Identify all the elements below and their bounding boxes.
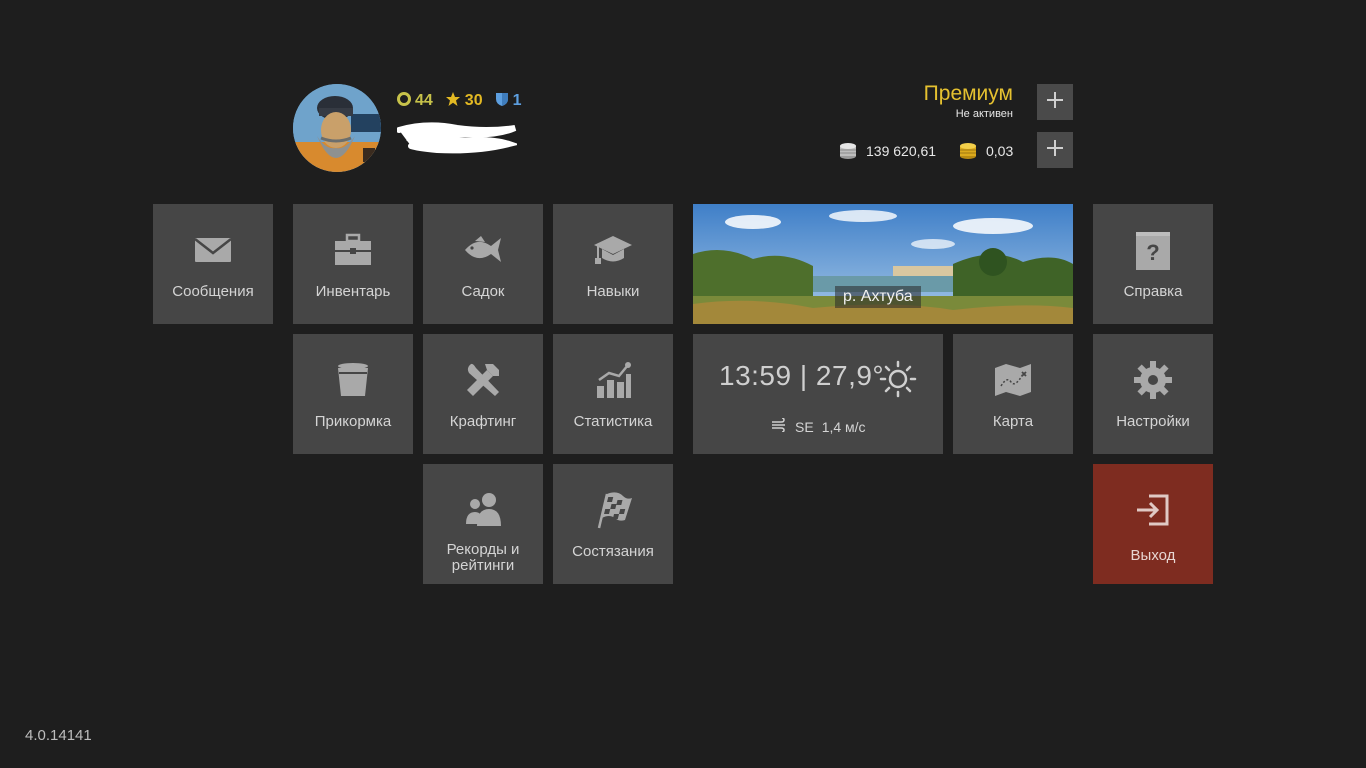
tile-label: Рекорды и рейтинги bbox=[423, 542, 543, 574]
gear-icon bbox=[1133, 360, 1173, 400]
tile-label: Инвентарь bbox=[315, 283, 391, 300]
tile-records[interactable]: Рекорды и рейтинги bbox=[423, 464, 543, 584]
league-stat: 1 bbox=[495, 91, 522, 112]
tile-competitions[interactable]: Состязания bbox=[553, 464, 673, 584]
tile-label: Справка bbox=[1123, 283, 1183, 300]
tile-label: Сообщения bbox=[172, 283, 254, 300]
tile-skills[interactable]: Навыки bbox=[553, 204, 673, 324]
league-value: 1 bbox=[512, 92, 522, 109]
premium-title: Премиум bbox=[923, 82, 1013, 105]
tile-statistics[interactable]: Статистика bbox=[553, 334, 673, 454]
rank-value: 30 bbox=[464, 92, 483, 109]
level-stat: 44 bbox=[397, 91, 433, 111]
player-stats: 44 30 1 bbox=[397, 91, 522, 111]
location-name: р. Ахтуба bbox=[835, 286, 921, 308]
exit-icon bbox=[1133, 490, 1173, 530]
buy-premium-button[interactable] bbox=[1037, 84, 1073, 120]
weather-readout: 13:59 | 27,9° bbox=[719, 360, 884, 392]
tile-label: Состязания bbox=[572, 543, 654, 560]
tile-settings[interactable]: Настройки bbox=[1093, 334, 1213, 454]
tile-label: Выход bbox=[1130, 547, 1176, 564]
tile-crafting[interactable]: Крафтинг bbox=[423, 334, 543, 454]
wind-info: SE 1,4 м/с bbox=[771, 417, 866, 435]
tile-keepnet[interactable]: Садок bbox=[423, 204, 543, 324]
username-redacted bbox=[396, 118, 520, 154]
map-icon bbox=[993, 360, 1033, 400]
tile-groundbait[interactable]: Прикормка bbox=[293, 334, 413, 454]
briefcase-icon bbox=[333, 230, 373, 270]
fish-icon bbox=[463, 230, 503, 270]
game-time: 13:59 bbox=[719, 360, 792, 391]
tile-messages[interactable]: Сообщения bbox=[153, 204, 273, 324]
level-value: 44 bbox=[415, 92, 433, 109]
shield-icon bbox=[495, 91, 509, 112]
tile-map[interactable]: Карта bbox=[953, 334, 1073, 454]
people-icon bbox=[463, 490, 503, 530]
svg-text:?: ? bbox=[1146, 240, 1159, 265]
checkered-flag-icon bbox=[593, 490, 633, 530]
plus-icon bbox=[1046, 91, 1064, 114]
tile-label-line1: Рекорды и bbox=[446, 541, 520, 558]
bar-chart-icon bbox=[593, 360, 633, 400]
tile-label: Статистика bbox=[573, 413, 653, 430]
tile-label: Прикормка bbox=[314, 413, 392, 430]
silver-currency: 139 620,61 bbox=[838, 140, 936, 162]
rank-stat: 30 bbox=[445, 91, 483, 112]
buy-currency-button[interactable] bbox=[1037, 132, 1073, 168]
level-icon bbox=[397, 91, 411, 111]
version-label: 4.0.14141 bbox=[25, 727, 92, 744]
temperature: 27,9° bbox=[815, 360, 885, 391]
location-banner[interactable]: р. Ахтуба bbox=[693, 204, 1073, 324]
help-book-icon: ? bbox=[1133, 230, 1173, 270]
tools-icon bbox=[463, 360, 503, 400]
tile-label-line2: рейтинги bbox=[451, 557, 515, 574]
gold-coins-icon bbox=[958, 140, 978, 163]
star-icon bbox=[445, 91, 461, 112]
tile-label: Садок bbox=[461, 283, 505, 300]
premium-status: Не активен bbox=[955, 108, 1013, 120]
tile-exit[interactable]: Выход bbox=[1093, 464, 1213, 584]
tile-inventory[interactable]: Инвентарь bbox=[293, 204, 413, 324]
sun-icon bbox=[879, 360, 917, 403]
tile-label: Навыки bbox=[586, 283, 640, 300]
silver-coins-icon bbox=[838, 140, 858, 163]
plus-icon bbox=[1046, 139, 1064, 162]
tile-help[interactable]: ? Справка bbox=[1093, 204, 1213, 324]
wind-direction: SE bbox=[795, 418, 814, 435]
bucket-icon bbox=[333, 360, 373, 400]
gold-amount: 0,03 bbox=[986, 143, 1014, 159]
envelope-icon bbox=[193, 230, 233, 270]
player-avatar[interactable] bbox=[293, 84, 381, 172]
wind-icon bbox=[771, 417, 787, 435]
wind-speed: 1,4 м/с bbox=[821, 418, 866, 435]
graduation-cap-icon bbox=[593, 230, 633, 270]
tile-label: Настройки bbox=[1116, 413, 1190, 430]
tile-label: Крафтинг bbox=[449, 413, 517, 430]
tile-label: Карта bbox=[992, 413, 1034, 430]
silver-amount: 139 620,61 bbox=[866, 143, 937, 159]
weather-panel[interactable]: 13:59 | 27,9° SE 1,4 м/с bbox=[693, 334, 943, 454]
gold-currency: 0,03 bbox=[958, 140, 1013, 162]
weather-separator: | bbox=[799, 360, 816, 391]
